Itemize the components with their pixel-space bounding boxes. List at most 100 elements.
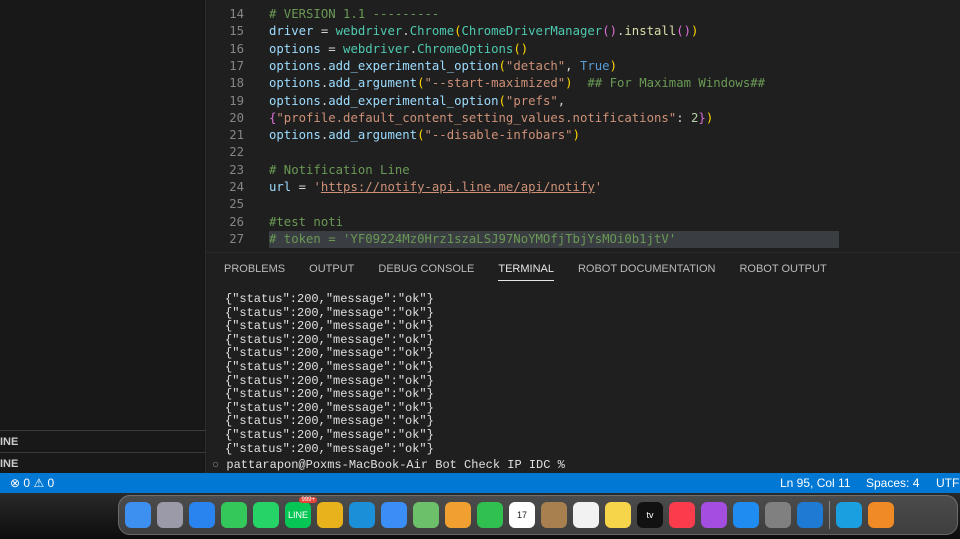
- code-token: install: [624, 24, 677, 39]
- problems-indicator[interactable]: ⊗ 0 ⚠ 0: [10, 473, 54, 493]
- code-line[interactable]: 15 driver = webdriver.Chrome(ChromeDriver…: [206, 23, 960, 40]
- dock-messages-icon[interactable]: [221, 502, 247, 528]
- line-number: 21: [229, 128, 244, 143]
- code-token: webdriver: [335, 24, 403, 39]
- code-text: driver = webdriver.Chrome(ChromeDriverMa…: [269, 23, 698, 40]
- tab-problems[interactable]: PROBLEMS: [224, 263, 285, 281]
- dock-mail-icon[interactable]: [381, 502, 407, 528]
- code-line[interactable]: 14 # VERSION 1.1 ---------: [206, 6, 960, 23]
- dock: LINE 999+ 17 tv: [118, 495, 958, 535]
- code-token: options: [269, 128, 321, 143]
- dock-maps-icon[interactable]: [413, 502, 439, 528]
- dock-finder-icon[interactable]: [125, 502, 151, 528]
- code-line[interactable]: 17 options.add_experimental_option("detac…: [206, 58, 960, 75]
- app-label: 17: [516, 510, 527, 520]
- tab-robot-documentation[interactable]: ROBOT DOCUMENTATION: [578, 263, 716, 281]
- line-number: 17: [229, 58, 244, 73]
- code-token: ): [691, 24, 699, 39]
- terminal-prompt[interactable]: ○ pattarapon@Poxms-MacBook-Air Bot Check…: [212, 458, 565, 472]
- dock-tv-icon[interactable]: tv: [637, 502, 663, 528]
- terminal-line: {"status":200,"message":"ok"}: [225, 359, 434, 374]
- code-token: add_argument: [328, 128, 418, 143]
- line-number: 14: [229, 7, 244, 21]
- code-line[interactable]: 25: [206, 196, 960, 213]
- dock-whatsapp-icon[interactable]: [253, 502, 279, 528]
- code-token: .: [402, 24, 410, 39]
- code-token: ': [594, 180, 603, 194]
- code-text: options.add_argument("--start-maximized"…: [269, 75, 765, 92]
- code-line[interactable]: 21 options.add_argument("--disable-infoba…: [206, 127, 960, 144]
- tab-robot-output[interactable]: ROBOT OUTPUT: [739, 263, 826, 281]
- dock-music-icon[interactable]: [669, 502, 695, 528]
- code-token: "--disable-infobars": [424, 128, 573, 143]
- dock-app-store-icon[interactable]: [733, 502, 759, 528]
- code-text: # Notification Line: [269, 162, 410, 179]
- dock-line-icon[interactable]: LINE 999+: [285, 497, 317, 528]
- code-token: options: [269, 41, 321, 56]
- indentation[interactable]: Spaces: 4: [866, 473, 919, 493]
- line-number: 23: [229, 162, 244, 177]
- tab-debug-console[interactable]: DEBUG CONSOLE: [378, 263, 474, 281]
- encoding[interactable]: UTF: [936, 473, 959, 493]
- dock-vscode-icon[interactable]: [797, 502, 823, 528]
- tab-output[interactable]: OUTPUT: [309, 263, 354, 281]
- dock-vpn-icon[interactable]: [868, 502, 894, 528]
- code-line[interactable]: 23 # Notification Line: [206, 162, 960, 179]
- sidebar-section[interactable]: INE: [0, 430, 206, 452]
- line-number: 16: [229, 41, 244, 56]
- dock-system-settings-icon[interactable]: [765, 502, 791, 528]
- terminal-line: {"status":200,"message":"ok"}: [225, 292, 434, 306]
- code-token: ChromeDriverManager: [461, 24, 603, 39]
- dock-contacts-icon[interactable]: [541, 502, 567, 528]
- cursor-position[interactable]: Ln 95, Col 11: [780, 473, 851, 493]
- dock-chrome-icon[interactable]: [317, 502, 343, 528]
- code-token: ): [609, 58, 617, 73]
- dock-notes-icon[interactable]: [605, 502, 631, 528]
- dock-launchpad-icon[interactable]: [157, 502, 183, 528]
- panel-tabs: PROBLEMS OUTPUT DEBUG CONSOLE TERMINAL ROBOT…: [224, 263, 827, 281]
- code-line[interactable]: 26 #test noti: [206, 214, 960, 231]
- code-token: add_experimental_option: [328, 58, 499, 73]
- code-token: (: [498, 58, 506, 73]
- code-token: (): [602, 24, 617, 39]
- code-line[interactable]: 19 options.add_experimental_option("prefs…: [206, 93, 960, 110]
- code-line[interactable]: 20 {"profile.default_content_setting_valu…: [206, 110, 960, 127]
- dock-reminders-icon[interactable]: [573, 502, 599, 528]
- dock-photos-icon[interactable]: [445, 502, 471, 528]
- code-token: =: [320, 41, 344, 56]
- code-line[interactable]: 16 options = webdriver.ChromeOptions(): [206, 41, 960, 58]
- status-bar: ⊗ 0 ⚠ 0 Ln 95, Col 11 Spaces: 4 UTF: [0, 473, 960, 493]
- terminal-line: {"status":200,"message":"ok"}: [225, 319, 434, 334]
- dock-screen-share-icon[interactable]: [836, 502, 862, 528]
- code-line[interactable]: 22: [206, 144, 960, 161]
- code-text: url = 'https://notify-api.line.me/api/no…: [269, 179, 602, 196]
- code-text: #test noti: [269, 214, 343, 231]
- dock-facetime-icon[interactable]: [477, 502, 503, 528]
- code-token: .: [409, 41, 418, 56]
- code-token: driver: [269, 24, 314, 39]
- code-line[interactable]: 24 url = 'https://notify-api.line.me/api/…: [206, 179, 960, 196]
- code-token: # Notification Line: [269, 162, 410, 177]
- line-number: 15: [229, 24, 244, 39]
- code-editor[interactable]: 14 # VERSION 1.1 --------- 15 driver = webd…: [206, 0, 960, 252]
- code-line[interactable]: 27 # token = 'YF09224Mz0Hrz1szaLSJ97NoYMO…: [206, 230, 960, 248]
- dock-separator: [829, 501, 830, 529]
- code-token: "prefs": [505, 93, 558, 108]
- dock-edge-icon[interactable]: [349, 502, 375, 528]
- code-token: add_argument: [328, 76, 418, 91]
- code-line[interactable]: 18 options.add_argument("--start-maximize…: [206, 75, 960, 92]
- line-number: 18: [229, 76, 244, 91]
- dock-podcasts-icon[interactable]: [701, 502, 727, 528]
- dock-calendar-icon[interactable]: 17: [509, 502, 535, 528]
- sidebar-section[interactable]: INE: [0, 452, 206, 474]
- terminal-line: {"status":200,"message":"ok"}: [225, 441, 434, 456]
- tab-terminal[interactable]: TERMINAL: [498, 263, 554, 281]
- code-token: options: [269, 76, 321, 91]
- code-token: webdriver: [343, 41, 410, 56]
- app-label: LINE: [287, 510, 308, 520]
- terminal-line: {"status":200,"message":"ok"}: [225, 373, 434, 388]
- terminal-line: {"status":200,"message":"ok"}: [225, 414, 434, 429]
- warning-count: 0: [47, 476, 55, 490]
- terminal-output[interactable]: {"status":200,"message":"ok"} {"status":2…: [225, 292, 434, 456]
- dock-safari-icon[interactable]: [189, 502, 215, 528]
